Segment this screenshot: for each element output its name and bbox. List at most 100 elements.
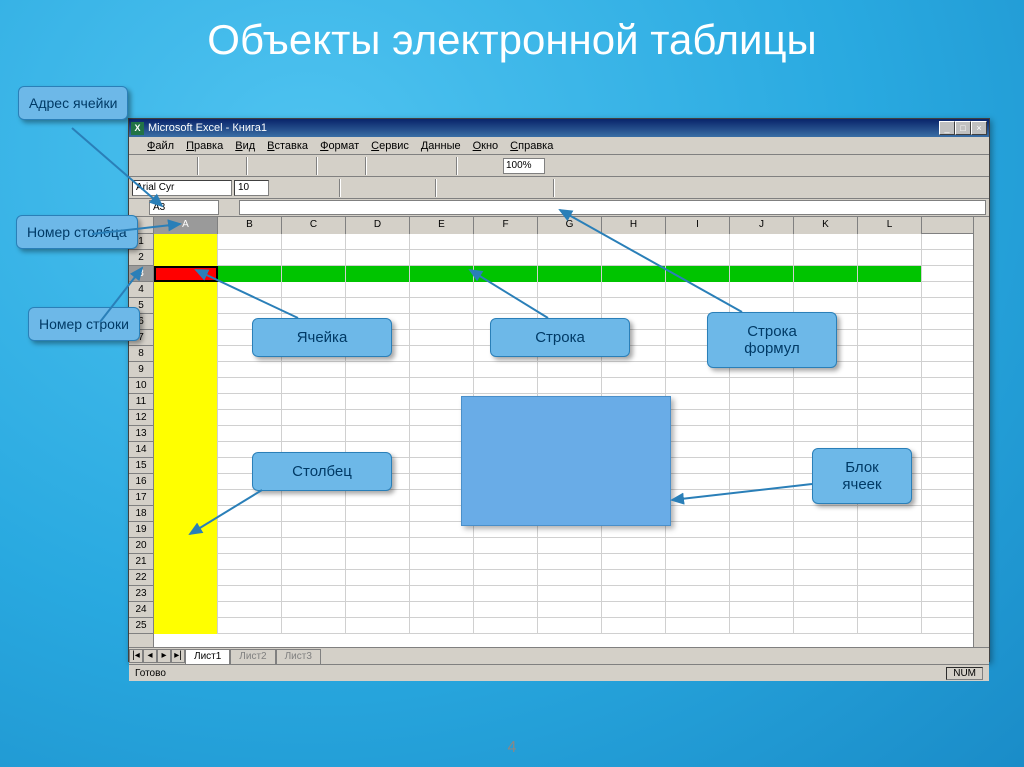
row-header-19[interactable]: 19 (129, 522, 153, 538)
cell[interactable] (346, 282, 410, 298)
cell[interactable] (282, 394, 346, 410)
cell[interactable] (282, 506, 346, 522)
cell[interactable] (538, 234, 602, 250)
menu-справка[interactable]: Справка (510, 140, 553, 152)
column-header-L[interactable]: L (858, 217, 922, 234)
cell[interactable] (474, 602, 538, 618)
cell[interactable] (730, 490, 794, 506)
cell[interactable] (538, 298, 602, 314)
cell[interactable] (154, 490, 218, 506)
cell[interactable] (282, 362, 346, 378)
cell[interactable] (538, 586, 602, 602)
cell[interactable] (730, 458, 794, 474)
row-header-20[interactable]: 20 (129, 538, 153, 554)
cell[interactable] (858, 410, 922, 426)
cell[interactable] (730, 394, 794, 410)
cell[interactable] (858, 282, 922, 298)
tab-next-icon[interactable]: ▸ (157, 649, 171, 663)
cell[interactable] (154, 362, 218, 378)
cell[interactable] (602, 586, 666, 602)
cell[interactable] (154, 554, 218, 570)
cell[interactable] (666, 282, 730, 298)
minimize-button[interactable]: _ (939, 121, 955, 135)
cell[interactable] (666, 538, 730, 554)
row-header-12[interactable]: 12 (129, 410, 153, 426)
cell[interactable] (154, 458, 218, 474)
cell[interactable] (794, 618, 858, 634)
cell[interactable] (538, 250, 602, 266)
cell[interactable] (474, 250, 538, 266)
cell[interactable] (410, 378, 474, 394)
cell[interactable] (858, 602, 922, 618)
cell[interactable] (602, 282, 666, 298)
row-header-3[interactable]: 3 (129, 266, 153, 282)
cell[interactable] (474, 618, 538, 634)
cell[interactable] (794, 538, 858, 554)
cell[interactable] (218, 490, 282, 506)
cell[interactable] (218, 522, 282, 538)
cell[interactable] (538, 362, 602, 378)
cell[interactable] (602, 538, 666, 554)
cell[interactable] (282, 298, 346, 314)
cell[interactable] (858, 426, 922, 442)
cell[interactable] (410, 586, 474, 602)
cell[interactable] (154, 250, 218, 266)
undo-icon[interactable] (321, 157, 341, 175)
cell[interactable] (410, 554, 474, 570)
cell[interactable] (602, 234, 666, 250)
zoom-box[interactable]: 100% (503, 158, 545, 174)
name-box[interactable]: A3 (149, 200, 219, 215)
cell[interactable] (346, 570, 410, 586)
bold-icon[interactable] (271, 179, 291, 197)
chart-icon[interactable] (461, 157, 481, 175)
cell[interactable] (218, 554, 282, 570)
cell[interactable] (858, 394, 922, 410)
merge-icon[interactable] (411, 179, 431, 197)
borders-icon[interactable] (603, 179, 623, 197)
row-header-13[interactable]: 13 (129, 426, 153, 442)
dec-decimal-icon[interactable] (529, 179, 549, 197)
cell[interactable] (282, 554, 346, 570)
paste-icon[interactable] (293, 157, 313, 175)
cell[interactable] (218, 410, 282, 426)
cell[interactable] (282, 250, 346, 266)
save-icon[interactable] (174, 157, 194, 175)
cell[interactable] (794, 426, 858, 442)
row-header-2[interactable]: 2 (129, 250, 153, 266)
formula-bar[interactable] (239, 200, 986, 215)
column-header-F[interactable]: F (474, 217, 538, 234)
sheet-tab-Лист1[interactable]: Лист1 (185, 649, 230, 664)
cell[interactable] (218, 538, 282, 554)
cell[interactable] (346, 266, 410, 282)
column-header-A[interactable]: A (154, 217, 218, 234)
cell[interactable] (730, 282, 794, 298)
cut-icon[interactable] (251, 157, 271, 175)
cell[interactable] (282, 522, 346, 538)
cell[interactable] (538, 538, 602, 554)
row-header-15[interactable]: 15 (129, 458, 153, 474)
cell[interactable] (218, 618, 282, 634)
cell[interactable] (410, 298, 474, 314)
cell[interactable] (218, 282, 282, 298)
column-header-C[interactable]: C (282, 217, 346, 234)
cell[interactable] (666, 586, 730, 602)
cell[interactable] (410, 538, 474, 554)
cell[interactable] (346, 298, 410, 314)
cell[interactable] (538, 554, 602, 570)
cell[interactable] (858, 538, 922, 554)
preview-icon[interactable] (223, 157, 243, 175)
tab-prev-icon[interactable]: ◂ (143, 649, 157, 663)
cell[interactable] (858, 378, 922, 394)
comma-icon[interactable] (485, 179, 505, 197)
cell[interactable] (666, 442, 730, 458)
cell[interactable] (346, 538, 410, 554)
cell[interactable] (218, 362, 282, 378)
cell[interactable] (410, 282, 474, 298)
cell[interactable] (346, 490, 410, 506)
cell[interactable] (346, 394, 410, 410)
cell[interactable] (474, 554, 538, 570)
cell[interactable] (218, 602, 282, 618)
map-icon[interactable] (482, 157, 502, 175)
column-header-I[interactable]: I (666, 217, 730, 234)
column-header-B[interactable]: B (218, 217, 282, 234)
